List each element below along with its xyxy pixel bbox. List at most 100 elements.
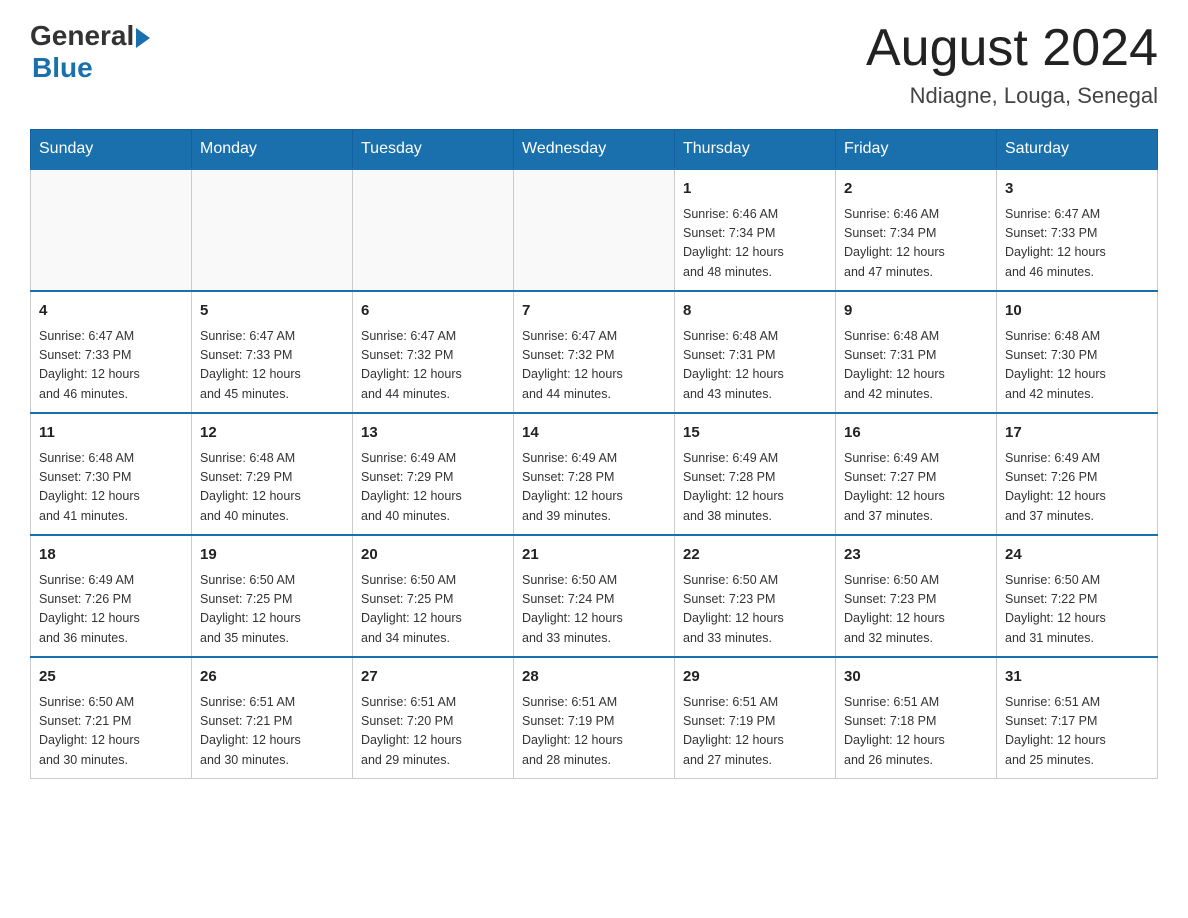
day-info: Sunrise: 6:48 AM Sunset: 7:31 PM Dayligh… <box>844 327 988 405</box>
day-info: Sunrise: 6:51 AM Sunset: 7:19 PM Dayligh… <box>683 693 827 771</box>
day-info: Sunrise: 6:51 AM Sunset: 7:20 PM Dayligh… <box>361 693 505 771</box>
calendar-cell: 20 Sunrise: 6:50 AM Sunset: 7:25 PM Dayli… <box>353 535 514 657</box>
day-info: Sunrise: 6:48 AM Sunset: 7:30 PM Dayligh… <box>39 449 183 527</box>
title-section: August 2024 Ndiagne, Louga, Senegal <box>866 20 1158 109</box>
day-info: Sunrise: 6:50 AM Sunset: 7:21 PM Dayligh… <box>39 693 183 771</box>
day-info: Sunrise: 6:49 AM Sunset: 7:27 PM Dayligh… <box>844 449 988 527</box>
day-info: Sunrise: 6:50 AM Sunset: 7:25 PM Dayligh… <box>200 571 344 649</box>
day-number: 30 <box>844 666 988 689</box>
calendar-cell: 6 Sunrise: 6:47 AM Sunset: 7:32 PM Daylig… <box>353 291 514 413</box>
day-number: 24 <box>1005 544 1149 567</box>
day-number: 1 <box>683 178 827 201</box>
calendar-cell: 27 Sunrise: 6:51 AM Sunset: 7:20 PM Dayli… <box>353 657 514 779</box>
calendar-cell: 26 Sunrise: 6:51 AM Sunset: 7:21 PM Dayli… <box>192 657 353 779</box>
day-info: Sunrise: 6:51 AM Sunset: 7:18 PM Dayligh… <box>844 693 988 771</box>
logo: General Blue <box>30 20 150 84</box>
calendar-cell: 11 Sunrise: 6:48 AM Sunset: 7:30 PM Dayli… <box>31 413 192 535</box>
logo-general: General <box>30 20 134 52</box>
day-info: Sunrise: 6:46 AM Sunset: 7:34 PM Dayligh… <box>844 205 988 283</box>
day-info: Sunrise: 6:47 AM Sunset: 7:33 PM Dayligh… <box>39 327 183 405</box>
calendar-header-row: SundayMondayTuesdayWednesdayThursdayFrid… <box>31 130 1158 170</box>
calendar-cell: 17 Sunrise: 6:49 AM Sunset: 7:26 PM Dayli… <box>997 413 1158 535</box>
calendar-header-monday: Monday <box>192 130 353 170</box>
calendar-cell <box>514 169 675 291</box>
day-number: 11 <box>39 422 183 445</box>
calendar-cell: 25Sunrise: 6:50 AM Sunset: 7:21 PM Dayli… <box>31 657 192 779</box>
day-info: Sunrise: 6:51 AM Sunset: 7:19 PM Dayligh… <box>522 693 666 771</box>
day-info: Sunrise: 6:50 AM Sunset: 7:23 PM Dayligh… <box>844 571 988 649</box>
day-number: 20 <box>361 544 505 567</box>
day-info: Sunrise: 6:48 AM Sunset: 7:30 PM Dayligh… <box>1005 327 1149 405</box>
day-number: 12 <box>200 422 344 445</box>
page-header: General Blue August 2024 Ndiagne, Louga,… <box>30 20 1158 109</box>
day-info: Sunrise: 6:50 AM Sunset: 7:24 PM Dayligh… <box>522 571 666 649</box>
calendar-cell: 29 Sunrise: 6:51 AM Sunset: 7:19 PM Dayli… <box>675 657 836 779</box>
day-info: Sunrise: 6:51 AM Sunset: 7:17 PM Dayligh… <box>1005 693 1149 771</box>
calendar-cell: 9 Sunrise: 6:48 AM Sunset: 7:31 PM Daylig… <box>836 291 997 413</box>
day-info: Sunrise: 6:47 AM Sunset: 7:32 PM Dayligh… <box>522 327 666 405</box>
day-number: 4 <box>39 300 183 323</box>
day-number: 29 <box>683 666 827 689</box>
day-number: 31 <box>1005 666 1149 689</box>
calendar-cell: 4 Sunrise: 6:47 AM Sunset: 7:33 PM Daylig… <box>31 291 192 413</box>
logo-blue: Blue <box>32 52 150 84</box>
day-info: Sunrise: 6:51 AM Sunset: 7:21 PM Dayligh… <box>200 693 344 771</box>
calendar-cell: 5 Sunrise: 6:47 AM Sunset: 7:33 PM Daylig… <box>192 291 353 413</box>
day-number: 10 <box>1005 300 1149 323</box>
day-info: Sunrise: 6:49 AM Sunset: 7:28 PM Dayligh… <box>683 449 827 527</box>
day-info: Sunrise: 6:49 AM Sunset: 7:28 PM Dayligh… <box>522 449 666 527</box>
day-number: 19 <box>200 544 344 567</box>
day-number: 28 <box>522 666 666 689</box>
calendar-header-friday: Friday <box>836 130 997 170</box>
main-title: August 2024 <box>866 20 1158 77</box>
calendar-cell: 1 Sunrise: 6:46 AM Sunset: 7:34 PM Daylig… <box>675 169 836 291</box>
day-number: 17 <box>1005 422 1149 445</box>
day-number: 6 <box>361 300 505 323</box>
day-info: Sunrise: 6:49 AM Sunset: 7:29 PM Dayligh… <box>361 449 505 527</box>
calendar-cell: 18 Sunrise: 6:49 AM Sunset: 7:26 PM Dayli… <box>31 535 192 657</box>
day-number: 13 <box>361 422 505 445</box>
week-row-4: 18 Sunrise: 6:49 AM Sunset: 7:26 PM Dayli… <box>31 535 1158 657</box>
calendar-cell: 8Sunrise: 6:48 AM Sunset: 7:31 PM Daylig… <box>675 291 836 413</box>
day-number: 27 <box>361 666 505 689</box>
calendar-cell: 10 Sunrise: 6:48 AM Sunset: 7:30 PM Dayli… <box>997 291 1158 413</box>
day-info: Sunrise: 6:47 AM Sunset: 7:33 PM Dayligh… <box>1005 205 1149 283</box>
calendar-cell: 19 Sunrise: 6:50 AM Sunset: 7:25 PM Dayli… <box>192 535 353 657</box>
week-row-5: 25Sunrise: 6:50 AM Sunset: 7:21 PM Dayli… <box>31 657 1158 779</box>
day-number: 3 <box>1005 178 1149 201</box>
day-number: 5 <box>200 300 344 323</box>
day-info: Sunrise: 6:50 AM Sunset: 7:22 PM Dayligh… <box>1005 571 1149 649</box>
day-info: Sunrise: 6:48 AM Sunset: 7:29 PM Dayligh… <box>200 449 344 527</box>
day-info: Sunrise: 6:49 AM Sunset: 7:26 PM Dayligh… <box>1005 449 1149 527</box>
day-number: 26 <box>200 666 344 689</box>
calendar-cell: 30 Sunrise: 6:51 AM Sunset: 7:18 PM Dayli… <box>836 657 997 779</box>
calendar-cell: 16 Sunrise: 6:49 AM Sunset: 7:27 PM Dayli… <box>836 413 997 535</box>
calendar-cell: 22Sunrise: 6:50 AM Sunset: 7:23 PM Dayli… <box>675 535 836 657</box>
calendar-cell: 15Sunrise: 6:49 AM Sunset: 7:28 PM Dayli… <box>675 413 836 535</box>
calendar-cell <box>192 169 353 291</box>
day-info: Sunrise: 6:46 AM Sunset: 7:34 PM Dayligh… <box>683 205 827 283</box>
calendar-cell <box>353 169 514 291</box>
calendar-cell: 7 Sunrise: 6:47 AM Sunset: 7:32 PM Daylig… <box>514 291 675 413</box>
day-number: 18 <box>39 544 183 567</box>
day-number: 14 <box>522 422 666 445</box>
day-number: 9 <box>844 300 988 323</box>
week-row-3: 11 Sunrise: 6:48 AM Sunset: 7:30 PM Dayli… <box>31 413 1158 535</box>
calendar-header-tuesday: Tuesday <box>353 130 514 170</box>
calendar-cell: 13 Sunrise: 6:49 AM Sunset: 7:29 PM Dayli… <box>353 413 514 535</box>
day-info: Sunrise: 6:50 AM Sunset: 7:25 PM Dayligh… <box>361 571 505 649</box>
day-info: Sunrise: 6:49 AM Sunset: 7:26 PM Dayligh… <box>39 571 183 649</box>
day-info: Sunrise: 6:47 AM Sunset: 7:33 PM Dayligh… <box>200 327 344 405</box>
calendar-cell: 2Sunrise: 6:46 AM Sunset: 7:34 PM Daylig… <box>836 169 997 291</box>
calendar-cell <box>31 169 192 291</box>
calendar-cell: 3 Sunrise: 6:47 AM Sunset: 7:33 PM Daylig… <box>997 169 1158 291</box>
day-number: 16 <box>844 422 988 445</box>
day-number: 23 <box>844 544 988 567</box>
logo-arrow-icon <box>136 28 150 48</box>
calendar-header-thursday: Thursday <box>675 130 836 170</box>
day-info: Sunrise: 6:47 AM Sunset: 7:32 PM Dayligh… <box>361 327 505 405</box>
day-info: Sunrise: 6:50 AM Sunset: 7:23 PM Dayligh… <box>683 571 827 649</box>
day-number: 7 <box>522 300 666 323</box>
calendar-header-sunday: Sunday <box>31 130 192 170</box>
week-row-2: 4 Sunrise: 6:47 AM Sunset: 7:33 PM Daylig… <box>31 291 1158 413</box>
